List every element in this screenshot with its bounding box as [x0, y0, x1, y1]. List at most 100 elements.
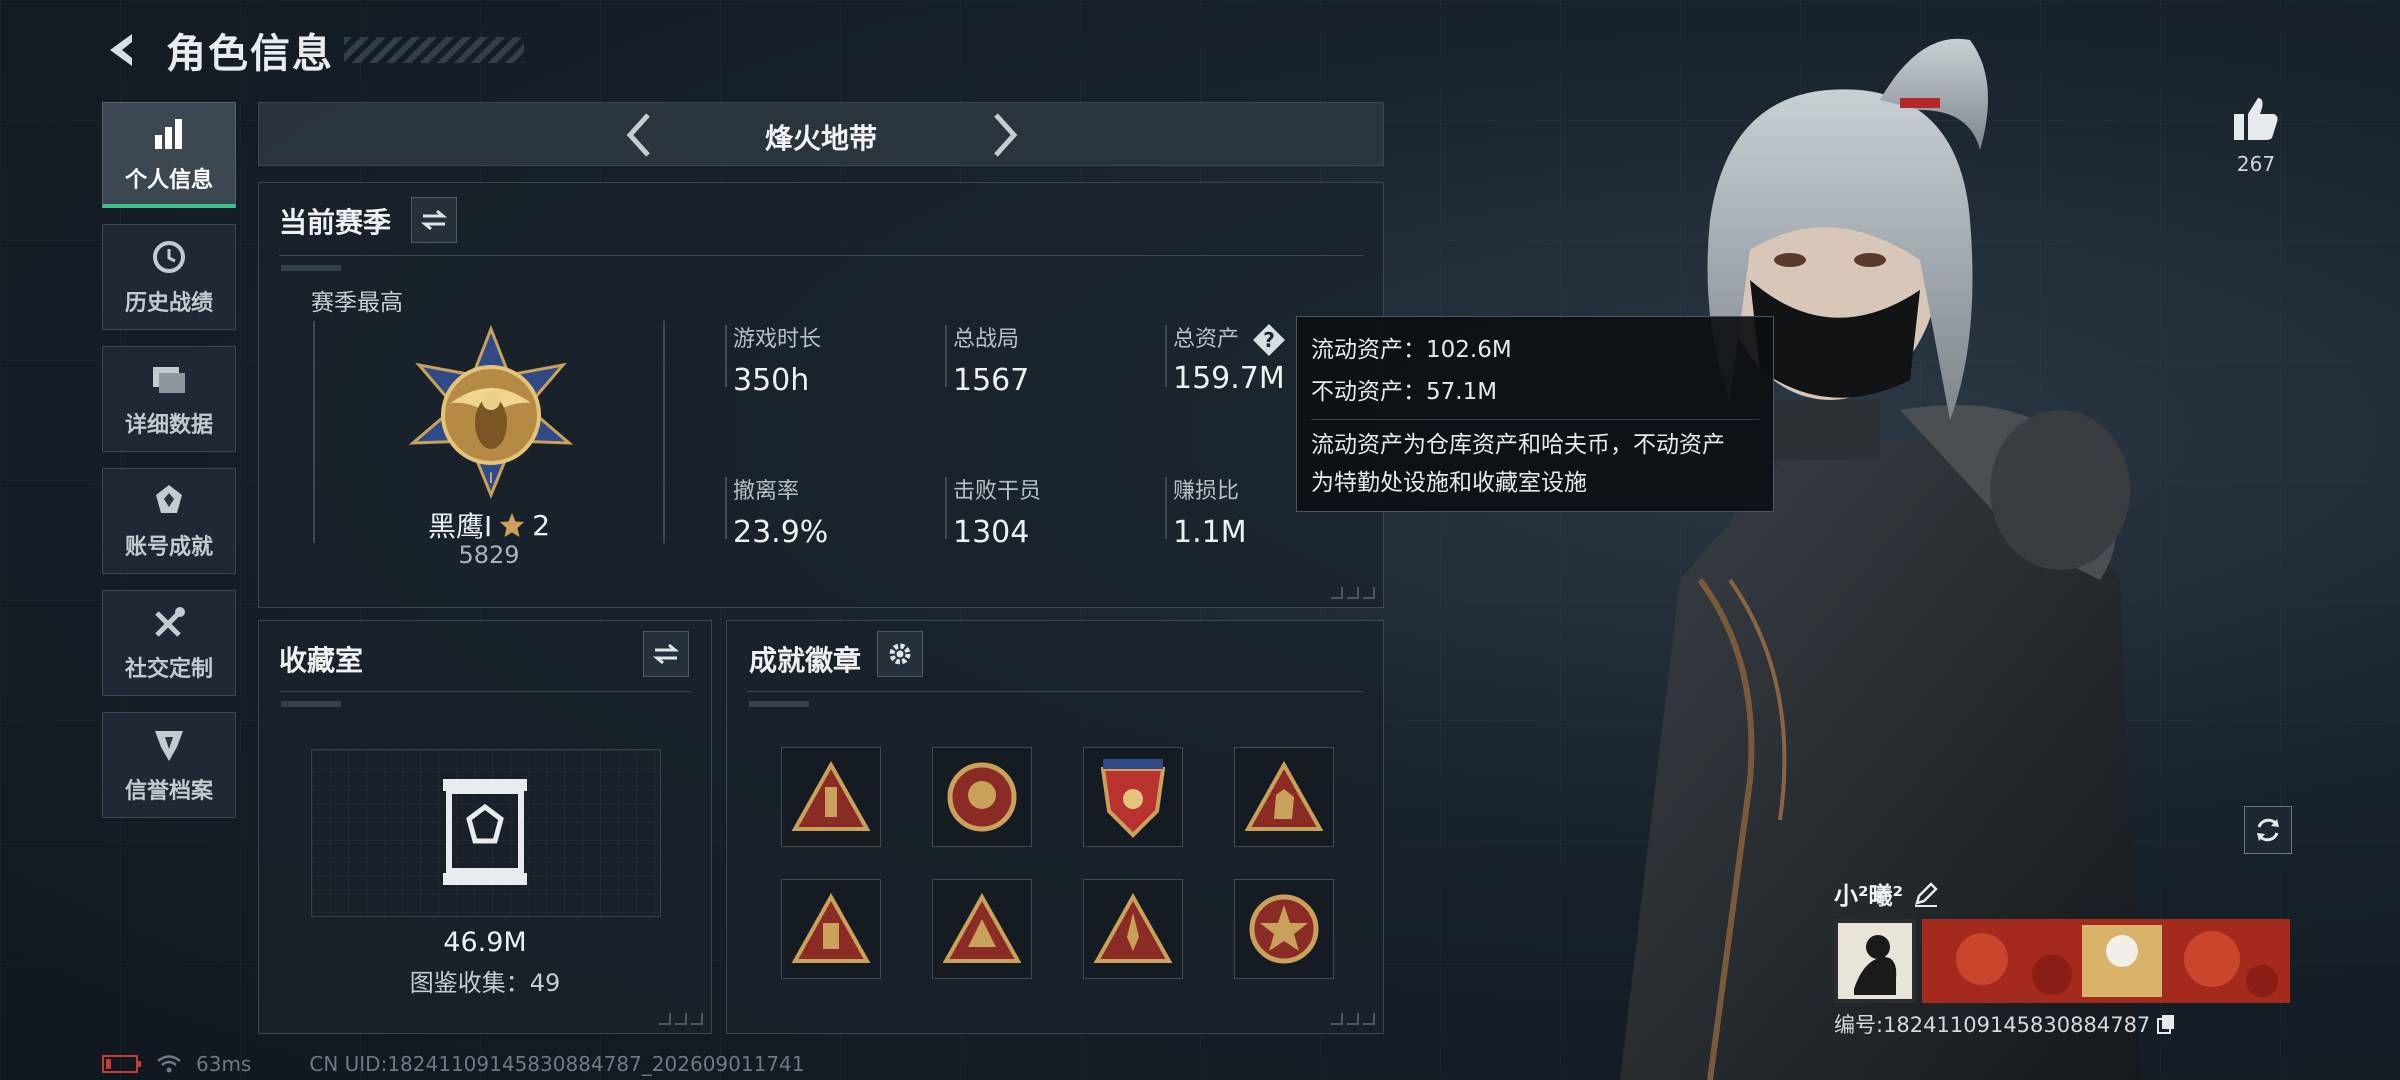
stat-total-assets: 总资产 ? 159.7M: [1165, 321, 1286, 396]
mode-next-button[interactable]: [981, 111, 1029, 159]
sidebar-item-reputation[interactable]: 信誉档案: [102, 712, 236, 818]
sidebar-item-label: 历史战绩: [124, 291, 213, 316]
player-id-row: 编号:18241109145830884787: [1834, 1009, 2294, 1039]
achievement-badge[interactable]: [781, 747, 881, 847]
star-round-badge-icon: [1249, 894, 1319, 964]
stat-label-row: 总资产 ?: [1173, 321, 1286, 357]
triangle-badge-icon: [791, 761, 871, 831]
ping-value: 63ms: [196, 1052, 252, 1076]
sidebar-item-social-custom[interactable]: 社交定制: [102, 590, 236, 696]
tools-icon: [147, 603, 191, 643]
corner-decoration: [1331, 1013, 1375, 1025]
player-name: 小²曦²: [1834, 882, 1904, 910]
like-button[interactable]: 267: [2228, 96, 2284, 176]
like-count: 267: [2236, 152, 2276, 176]
stat-label: 赚损比: [1173, 479, 1240, 504]
refresh-button[interactable]: [2244, 806, 2292, 854]
mode-selector: 烽火地带: [258, 102, 1384, 166]
collection-switch-button[interactable]: [643, 631, 689, 677]
stat-value: 1.1M: [1173, 515, 1247, 550]
gear-icon: [889, 643, 911, 665]
season-best-label: 赛季最高: [311, 290, 403, 316]
triangle-badge-icon: [942, 893, 1022, 963]
tooltip-description: 流动资产为仓库资产和哈夫币，不动资产 为特勤处设施和收藏室设施: [1311, 419, 1759, 502]
medal-icon: [147, 481, 191, 521]
stat-value: 1304: [953, 515, 1030, 550]
shield-icon: [147, 725, 191, 765]
sidebar: 个人信息 历史战绩 详细数据 账号成就 社交定制 信誉档案: [102, 102, 238, 834]
rank-name-row: 黑鹰I 2: [359, 505, 619, 545]
player-name-row: 小²曦²: [1834, 876, 2294, 911]
season-switch-button[interactable]: [411, 197, 457, 243]
divider: [279, 691, 691, 692]
season-panel: 当前赛季 赛季最高 I 黑鹰I 2 5829 游戏时长 350h 总战局 156…: [258, 182, 1384, 608]
stat-value: 1567: [953, 363, 1030, 398]
swap-icon: [653, 643, 679, 665]
achievement-title: 成就徽章: [749, 644, 862, 677]
achievement-badge[interactable]: [932, 879, 1032, 979]
tag-decoration: [281, 701, 341, 707]
star-icon: [500, 513, 525, 537]
wifi-icon: [157, 1055, 181, 1073]
stat-profit-loss-ratio: 赚损比 1.1M: [1165, 473, 1247, 550]
achievement-badge[interactable]: [1234, 879, 1334, 979]
battery-icon: [102, 1055, 141, 1073]
stat-extract-rate: 撤离率 23.9%: [725, 473, 829, 550]
tooltip-description-line: 为特勤处设施和收藏室设施: [1311, 470, 1587, 496]
divider: [279, 255, 1363, 256]
stat-value: 23.9%: [733, 515, 829, 550]
bar-chart-icon: [147, 114, 191, 154]
triangle-hand-badge-icon: [1244, 761, 1324, 831]
sidebar-item-achievements[interactable]: 账号成就: [102, 468, 236, 574]
svg-text:I: I: [489, 471, 493, 487]
rank-name: 黑鹰I: [427, 510, 493, 543]
name-card-images: [1834, 919, 2294, 1003]
shield-badge-icon: [1100, 759, 1166, 838]
achievement-badge[interactable]: [1083, 747, 1183, 847]
thumbs-up-icon: [2234, 98, 2278, 140]
edit-pencil-icon[interactable]: [1913, 881, 1939, 907]
tag-decoration: [281, 265, 341, 271]
display-case-icon: [443, 779, 527, 885]
swap-icon: [421, 209, 447, 231]
refresh-icon: [2257, 818, 2279, 842]
sidebar-item-label: 详细数据: [124, 413, 213, 438]
stat-play-time: 游戏时长 350h: [725, 321, 822, 398]
chevron-right-icon: [994, 113, 1018, 157]
achievement-badge[interactable]: [1234, 747, 1334, 847]
season-title: 当前赛季: [279, 206, 392, 239]
achievement-badge[interactable]: [932, 747, 1032, 847]
help-question-icon[interactable]: ?: [1252, 323, 1286, 357]
back-arrow-icon: [110, 34, 132, 66]
achievement-settings-button[interactable]: [877, 631, 923, 677]
name-card-banner-image[interactable]: [1922, 919, 2290, 1003]
sidebar-item-label: 个人信息: [124, 167, 213, 193]
page-header: 角色信息: [100, 22, 524, 78]
mode-name: 烽火地带: [764, 122, 877, 155]
sidebar-item-personal-info[interactable]: 个人信息: [102, 102, 236, 208]
assets-tooltip: 流动资产：102.6M 不动资产：57.1M 流动资产为仓库资产和哈夫币，不动资…: [1296, 316, 1774, 512]
stat-value: 159.7M: [1173, 361, 1285, 396]
tooltip-description-line: 流动资产为仓库资产和哈夫币，不动资产: [1311, 432, 1725, 458]
stat-kills: 击败干员 1304: [945, 473, 1041, 550]
svg-text:?: ?: [1263, 328, 1275, 352]
tooltip-fixed-assets: 不动资产：57.1M: [1311, 379, 1498, 405]
back-button[interactable]: [100, 28, 144, 72]
player-id: 编号:18241109145830884787: [1834, 1013, 2151, 1037]
stat-label: 总战局: [953, 327, 1020, 352]
collection-title: 收藏室: [279, 644, 364, 677]
collection-value: 46.9M: [443, 927, 527, 958]
sidebar-item-history[interactable]: 历史战绩: [102, 224, 236, 330]
corner-decoration: [1331, 587, 1375, 599]
copy-icon[interactable]: [2156, 1013, 2176, 1035]
stat-label: 撤离率: [733, 479, 800, 504]
sidebar-item-label: 社交定制: [124, 657, 213, 682]
achievement-badge[interactable]: [781, 879, 881, 979]
stat-label: 游戏时长: [733, 327, 822, 352]
collection-codex: 图鉴收集：49: [409, 969, 561, 997]
uid-text: CN UID:18241109145830884787_202609011741: [309, 1052, 805, 1076]
avatar[interactable]: [1834, 919, 1916, 1003]
achievement-badge[interactable]: [1083, 879, 1183, 979]
tag-decoration: [749, 701, 809, 707]
sidebar-item-detail-data[interactable]: 详细数据: [102, 346, 236, 452]
